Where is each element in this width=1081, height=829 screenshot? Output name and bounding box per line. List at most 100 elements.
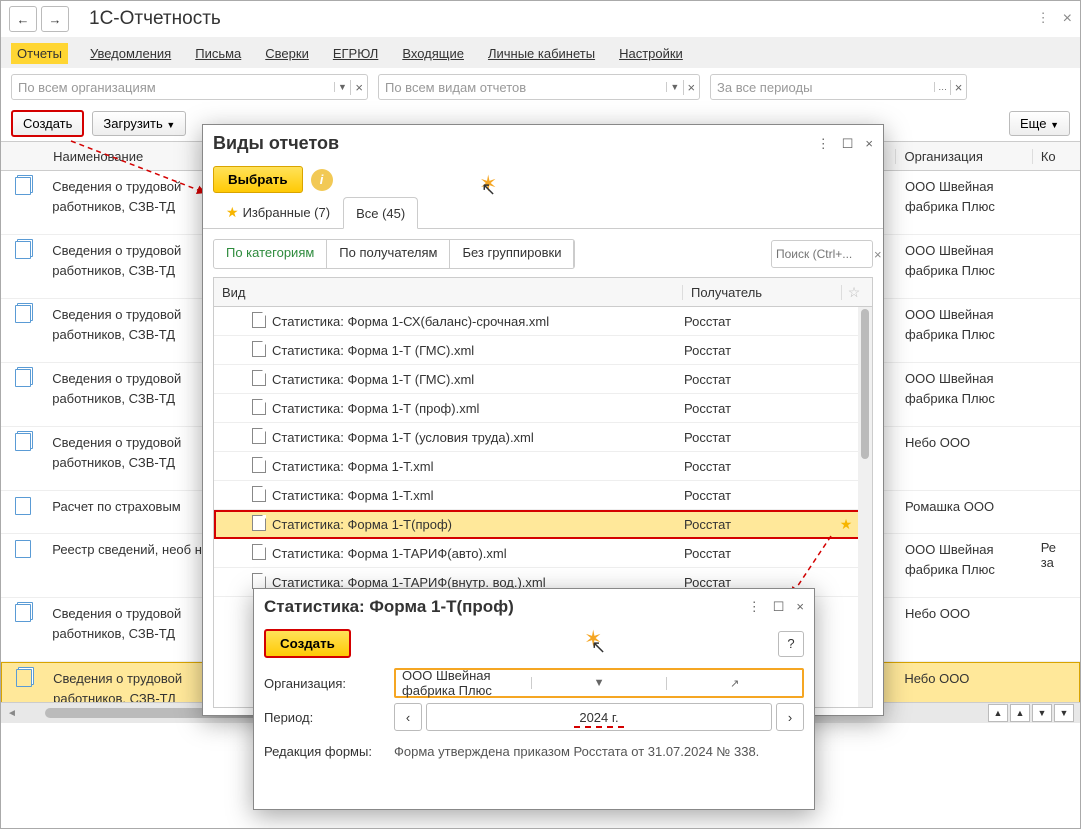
list-item[interactable]: Статистика: Форма 1-Т (проф).xmlРосстат: [214, 394, 872, 423]
nav-forward-button[interactable]: →: [41, 6, 69, 32]
doc-icon: [15, 497, 31, 515]
nav-back-button[interactable]: ←: [9, 6, 37, 32]
item-title: Статистика: Форма 1-Т(проф): [272, 517, 684, 532]
period-label: Период:: [264, 710, 384, 725]
more-icon[interactable]: ⋮: [1037, 10, 1049, 28]
tab-notifications[interactable]: Уведомления: [88, 43, 173, 64]
next-period-button[interactable]: ›: [776, 703, 804, 731]
org-select[interactable]: ООО Швейная фабрика Плюс ▼ ↗: [394, 668, 804, 698]
org-filter-input[interactable]: [12, 80, 334, 95]
load-label: Загрузить: [103, 116, 162, 131]
type-filter[interactable]: ▼×: [378, 74, 700, 100]
item-title: Статистика: Форма 1-Т (ГМС).xml: [272, 372, 684, 387]
dialog-filter-row: По категориям По получателям Без группир…: [213, 239, 873, 269]
col-recipient[interactable]: Получатель: [683, 285, 842, 300]
dialog-actions: Создать ?: [254, 625, 814, 662]
ellipsis-icon[interactable]: …: [934, 82, 950, 92]
grouping-toggle: По категориям По получателям Без группир…: [213, 239, 575, 269]
tab-letters[interactable]: Письма: [193, 43, 243, 64]
redaction-label: Редакция формы:: [264, 744, 384, 759]
tab-reports[interactable]: Отчеты: [11, 43, 68, 64]
row-org: Небо ООО: [896, 669, 1031, 689]
doc-icon: [252, 399, 266, 415]
vertical-scrollbar[interactable]: [858, 307, 872, 707]
doc-icon: [15, 241, 31, 259]
clear-icon[interactable]: ×: [950, 80, 966, 95]
prev-period-button[interactable]: ‹: [394, 703, 422, 731]
by-recipients[interactable]: По получателям: [327, 240, 450, 268]
col-ko[interactable]: Ко: [1033, 149, 1080, 164]
doc-icon: [252, 312, 266, 328]
item-title: Статистика: Форма 1-Т.xml: [272, 488, 684, 503]
item-recipient: Росстат: [684, 401, 834, 416]
more-icon[interactable]: ⋮: [817, 136, 830, 152]
create-button[interactable]: Создать: [11, 110, 84, 137]
doc-icon: [252, 341, 266, 357]
row-org: Ромашка ООО: [897, 497, 1033, 517]
tab-favorites-label: Избранные (7): [243, 205, 331, 220]
help-button[interactable]: ?: [778, 631, 804, 657]
no-grouping[interactable]: Без группировки: [450, 240, 574, 268]
org-filter[interactable]: ▼×: [11, 74, 368, 100]
load-button[interactable]: Загрузить ▼: [92, 111, 186, 136]
page-up-icon[interactable]: ▲: [988, 704, 1008, 722]
tab-checks[interactable]: Сверки: [263, 43, 311, 64]
create-button[interactable]: Создать: [264, 629, 351, 658]
close-icon[interactable]: ×: [796, 599, 804, 615]
list-item[interactable]: Статистика: Форма 1-Т (ГМС).xmlРосстат: [214, 336, 872, 365]
col-type[interactable]: Вид: [214, 285, 683, 300]
type-filter-input[interactable]: [379, 80, 666, 95]
col-org[interactable]: Организация: [896, 149, 1032, 164]
period-filter[interactable]: …×: [710, 74, 967, 100]
open-icon[interactable]: ↗: [666, 677, 802, 690]
types-table-header: Вид Получатель ☆: [213, 277, 873, 307]
tab-incoming[interactable]: Входящие: [400, 43, 466, 64]
clear-icon[interactable]: ×: [870, 247, 886, 262]
dialog-actions: Выбрать i: [203, 162, 883, 197]
item-title: Статистика: Форма 1-Т (ГМС).xml: [272, 343, 684, 358]
maximize-icon[interactable]: ☐: [773, 599, 785, 615]
row-ko: Реза: [1033, 540, 1080, 570]
item-recipient: Росстат: [684, 314, 834, 329]
tab-all[interactable]: Все (45): [343, 197, 418, 229]
close-icon[interactable]: ×: [1063, 10, 1072, 28]
item-title: Статистика: Форма 1-СХ(баланс)-срочная.x…: [272, 314, 684, 329]
main-tabs: Отчеты Уведомления Письма Сверки ЕГРЮЛ В…: [1, 37, 1080, 68]
page-down2-icon[interactable]: ▼: [1054, 704, 1074, 722]
more-button[interactable]: Еще ▼: [1009, 111, 1070, 136]
tab-favorites[interactable]: ★Избранные (7): [213, 197, 343, 228]
select-button[interactable]: Выбрать: [213, 166, 303, 193]
clear-icon[interactable]: ×: [683, 80, 699, 95]
period-filter-input[interactable]: [711, 80, 934, 95]
close-icon[interactable]: ×: [865, 136, 873, 152]
list-item[interactable]: Статистика: Форма 1-Т.xmlРосстат: [214, 481, 872, 510]
scroll-thumb[interactable]: [861, 309, 869, 459]
star-icon[interactable]: ★: [840, 516, 853, 532]
by-categories[interactable]: По категориям: [214, 240, 327, 268]
list-item[interactable]: Статистика: Форма 1-СХ(баланс)-срочная.x…: [214, 307, 872, 336]
chevron-down-icon[interactable]: ▼: [334, 82, 351, 92]
list-item[interactable]: Статистика: Форма 1-Т (условия труда).xm…: [214, 423, 872, 452]
search-box[interactable]: ×: [771, 240, 873, 268]
page-down-icon[interactable]: ▼: [1032, 704, 1052, 722]
clear-icon[interactable]: ×: [350, 80, 367, 95]
list-item[interactable]: Статистика: Форма 1-Т (ГМС).xmlРосстат: [214, 365, 872, 394]
list-item[interactable]: Статистика: Форма 1-Т.xmlРосстат: [214, 452, 872, 481]
tab-cabinets[interactable]: Личные кабинеты: [486, 43, 597, 64]
list-item[interactable]: Статистика: Форма 1-Т(проф)Росстат★: [214, 510, 872, 539]
list-item[interactable]: Статистика: Форма 1-ТАРИФ(авто).xmlРосст…: [214, 539, 872, 568]
period-value[interactable]: 2024 г.: [426, 703, 772, 731]
info-icon[interactable]: i: [311, 169, 333, 191]
search-input[interactable]: [772, 247, 870, 261]
tab-egrul[interactable]: ЕГРЮЛ: [331, 43, 380, 64]
page-up2-icon[interactable]: ▲: [1010, 704, 1030, 722]
scroll-left-icon[interactable]: ◄: [7, 708, 17, 719]
more-icon[interactable]: ⋮: [748, 599, 761, 615]
chevron-down-icon[interactable]: ▼: [531, 677, 667, 689]
star-icon[interactable]: ☆: [848, 284, 861, 300]
item-recipient: Росстат: [684, 488, 834, 503]
tab-settings[interactable]: Настройки: [617, 43, 685, 64]
chevron-down-icon[interactable]: ▼: [666, 82, 682, 92]
doc-icon: [252, 515, 266, 531]
maximize-icon[interactable]: ☐: [842, 136, 854, 152]
